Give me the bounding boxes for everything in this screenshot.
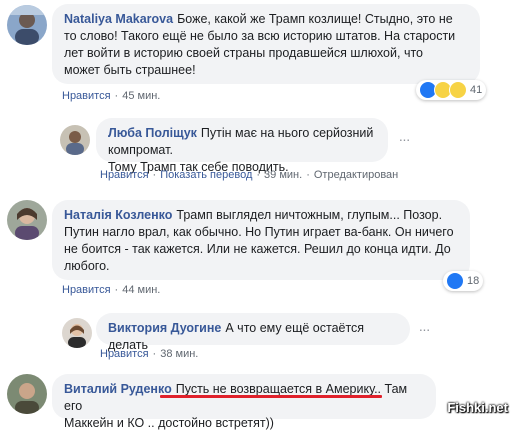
like-link[interactable]: Нравится xyxy=(62,284,111,296)
comment-text-line: Путин нагло врал, как обычно. Но Путин и… xyxy=(64,225,454,239)
reaction-count: 41 xyxy=(470,84,483,96)
more-options-icon[interactable]: ··· xyxy=(416,322,432,340)
avatar[interactable] xyxy=(7,200,47,240)
show-translation-link[interactable]: Показать перевод xyxy=(160,169,252,181)
reactions-summary[interactable]: 18 xyxy=(443,271,484,291)
comment-time[interactable]: 39 мин. xyxy=(264,169,302,181)
comment-author[interactable]: Люба Поліщук xyxy=(108,126,197,140)
comment-text-line: любого. xyxy=(64,259,110,273)
underlined-text: Пусть не возвращается в Америку.. xyxy=(175,382,382,396)
comment-text-line: то слово! Такого ещё не было за всю исто… xyxy=(64,29,456,43)
avatar[interactable] xyxy=(60,125,90,155)
avatar[interactable] xyxy=(62,318,92,348)
comment-text-line: Маккейн и КО .. достойно встретят)) xyxy=(64,416,274,430)
watermark: Fishki.net xyxy=(447,400,508,415)
comment-actions: Нравится · 44 мин. xyxy=(62,284,161,296)
reactions-summary[interactable]: 41 xyxy=(416,80,487,100)
comment-author[interactable]: Наталія Козленко xyxy=(64,208,172,222)
comment-actions: Нравится · Показать перевод · 39 мин. · Отреда… xyxy=(100,169,399,181)
comment-bubble: Виктория Дуогине А что ему ещё остаётся д… xyxy=(96,313,410,352)
comment-actions: Нравится · 38 мин. xyxy=(100,348,199,360)
reaction-count: 18 xyxy=(467,275,480,287)
comment-text-line: может быть страшнее! xyxy=(64,63,196,77)
red-underline-mark xyxy=(160,395,382,398)
comment-text-line: не боится - так кажется. Или не кажется.… xyxy=(64,242,451,256)
comment-author[interactable]: Виталий Руденко xyxy=(64,382,172,396)
sad-reaction-icon xyxy=(449,81,467,99)
avatar[interactable] xyxy=(7,374,47,414)
comment-author[interactable]: Виктория Дуогине xyxy=(108,321,221,335)
like-link[interactable]: Нравится xyxy=(100,348,149,360)
comment-text-line: Трамп выглядел ничтожным, глупым... Позо… xyxy=(176,208,443,222)
comment-time[interactable]: 44 мин. xyxy=(122,284,160,296)
comment-text-line: лет войти в историю своей страны продавш… xyxy=(64,46,423,60)
edited-status[interactable]: Отредактирован xyxy=(314,169,398,181)
like-reaction-icon xyxy=(446,272,464,290)
comment-bubble: Люба Поліщук Путін має на нього серйозний… xyxy=(96,118,388,174)
comment-text-line: Боже, какой же Трамп козлище! Стыдно, эт… xyxy=(177,12,453,26)
comment-author[interactable]: Nataliya Makarova xyxy=(64,12,173,26)
like-link[interactable]: Нравится xyxy=(100,169,149,181)
comment-bubble: Nataliya Makarova Боже, какой же Трамп ко… xyxy=(52,4,480,84)
avatar[interactable] xyxy=(7,5,47,45)
comment-time[interactable]: 38 мин. xyxy=(160,348,198,360)
comment-bubble: Наталія Козленко Трамп выглядел ничтожным… xyxy=(52,200,470,280)
comment-actions: Нравится · 45 мин. xyxy=(62,90,161,102)
like-link[interactable]: Нравится xyxy=(62,90,111,102)
more-options-icon[interactable]: ··· xyxy=(396,132,412,150)
comment-time[interactable]: 45 мин. xyxy=(122,90,160,102)
